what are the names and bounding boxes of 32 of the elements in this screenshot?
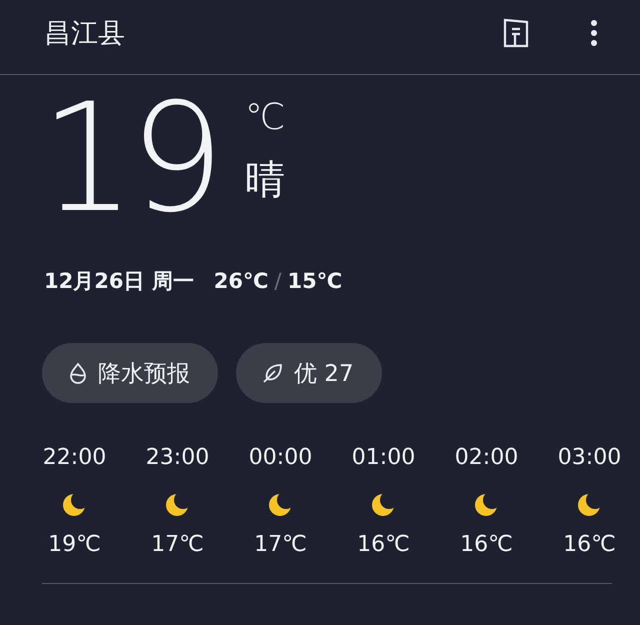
hour-temperature: 19℃ bbox=[48, 532, 101, 557]
date-text: 12月26日 周一 bbox=[44, 268, 194, 295]
current-temperature: 19 bbox=[40, 89, 219, 239]
moon-icon bbox=[576, 492, 602, 516]
hour-time: 02:00 bbox=[454, 445, 518, 472]
hour-time: 22:00 bbox=[42, 445, 106, 472]
location-title: 昌江县 bbox=[44, 17, 126, 51]
drop-icon bbox=[68, 362, 88, 384]
weather-condition: 晴 bbox=[244, 156, 286, 205]
hour-temperature: 17℃ bbox=[254, 532, 307, 557]
document-icon[interactable] bbox=[502, 17, 530, 49]
moon-icon bbox=[164, 492, 190, 516]
hour-time: 00:00 bbox=[248, 445, 312, 472]
more-menu-icon[interactable] bbox=[590, 19, 598, 47]
hour-temperature: 16℃ bbox=[357, 532, 410, 557]
hour-temperature: 16℃ bbox=[460, 532, 513, 557]
hour-time: 23:00 bbox=[146, 445, 210, 472]
hour-temperature: 17℃ bbox=[151, 532, 204, 557]
hour-temperature: 16℃ bbox=[563, 532, 616, 557]
high-temperature: 26℃ bbox=[214, 269, 268, 293]
hour-time: 01:00 bbox=[352, 445, 416, 472]
leaf-icon bbox=[262, 362, 284, 384]
moon-icon bbox=[474, 492, 500, 516]
low-temperature: 15℃ bbox=[288, 269, 342, 293]
hour-time: 03:00 bbox=[558, 445, 622, 472]
precipitation-button[interactable]: 降水预报 bbox=[42, 343, 218, 403]
separator-slash: / bbox=[274, 269, 282, 293]
temperature-unit: ℃ bbox=[244, 97, 286, 138]
moon-icon bbox=[370, 492, 396, 516]
air-quality-button[interactable]: 优 27 bbox=[236, 343, 382, 403]
moon-icon bbox=[268, 492, 294, 516]
moon-icon bbox=[62, 492, 88, 516]
